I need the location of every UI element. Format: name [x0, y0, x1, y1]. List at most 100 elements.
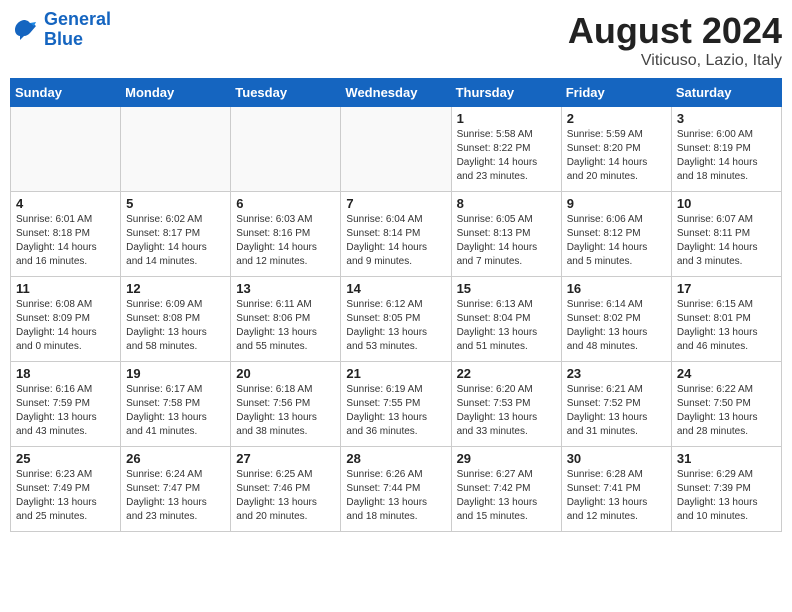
table-row: [121, 107, 231, 192]
logo-icon: [10, 16, 40, 44]
table-row: [11, 107, 121, 192]
day-number: 8: [457, 196, 556, 211]
day-info: Sunrise: 6:24 AM Sunset: 7:47 PM Dayligh…: [126, 468, 225, 524]
day-info: Sunrise: 6:01 AM Sunset: 8:18 PM Dayligh…: [16, 213, 115, 269]
day-info: Sunrise: 6:05 AM Sunset: 8:13 PM Dayligh…: [457, 213, 556, 269]
day-number: 24: [677, 366, 776, 381]
day-number: 5: [126, 196, 225, 211]
day-number: 31: [677, 451, 776, 466]
day-info: Sunrise: 6:19 AM Sunset: 7:55 PM Dayligh…: [346, 383, 445, 439]
day-info: Sunrise: 6:20 AM Sunset: 7:53 PM Dayligh…: [457, 383, 556, 439]
col-tuesday: Tuesday: [231, 79, 341, 107]
day-number: 20: [236, 366, 335, 381]
day-number: 3: [677, 111, 776, 126]
day-info: Sunrise: 6:15 AM Sunset: 8:01 PM Dayligh…: [677, 298, 776, 354]
table-row: 4Sunrise: 6:01 AM Sunset: 8:18 PM Daylig…: [11, 192, 121, 277]
day-info: Sunrise: 6:25 AM Sunset: 7:46 PM Dayligh…: [236, 468, 335, 524]
header-row: Sunday Monday Tuesday Wednesday Thursday…: [11, 79, 782, 107]
day-info: Sunrise: 6:08 AM Sunset: 8:09 PM Dayligh…: [16, 298, 115, 354]
day-info: Sunrise: 6:16 AM Sunset: 7:59 PM Dayligh…: [16, 383, 115, 439]
day-info: Sunrise: 6:02 AM Sunset: 8:17 PM Dayligh…: [126, 213, 225, 269]
table-row: 29 Sunrise: 6:27 AM Sunset: 7:42 PM Dayli…: [451, 447, 561, 532]
table-row: 8 Sunrise: 6:05 AM Sunset: 8:13 PM Daylig…: [451, 192, 561, 277]
day-info: Sunrise: 6:26 AM Sunset: 7:44 PM Dayligh…: [346, 468, 445, 524]
week-row-1: 1Sunrise: 5:58 AM Sunset: 8:22 PM Daylig…: [11, 107, 782, 192]
day-number: 15: [457, 281, 556, 296]
day-info: Sunrise: 6:12 AM Sunset: 8:05 PM Dayligh…: [346, 298, 445, 354]
day-info: Sunrise: 6:14 AM Sunset: 8:02 PM Dayligh…: [567, 298, 666, 354]
table-row: 21 Sunrise: 6:19 AM Sunset: 7:55 PM Dayli…: [341, 362, 451, 447]
day-number: 2: [567, 111, 666, 126]
calendar-title: August 2024: [568, 10, 782, 52]
day-info: Sunrise: 6:00 AM Sunset: 8:19 PM Dayligh…: [677, 128, 776, 184]
col-saturday: Saturday: [671, 79, 781, 107]
day-info: Sunrise: 6:27 AM Sunset: 7:42 PM Dayligh…: [457, 468, 556, 524]
day-info: Sunrise: 5:59 AM Sunset: 8:20 PM Dayligh…: [567, 128, 666, 184]
day-number: 27: [236, 451, 335, 466]
table-row: 25 Sunrise: 6:23 AM Sunset: 7:49 PM Dayli…: [11, 447, 121, 532]
day-number: 30: [567, 451, 666, 466]
day-info: Sunrise: 6:11 AM Sunset: 8:06 PM Dayligh…: [236, 298, 335, 354]
table-row: 13 Sunrise: 6:11 AM Sunset: 8:06 PM Dayli…: [231, 277, 341, 362]
table-row: [341, 107, 451, 192]
day-number: 1: [457, 111, 556, 126]
day-info: Sunrise: 6:17 AM Sunset: 7:58 PM Dayligh…: [126, 383, 225, 439]
day-info: Sunrise: 6:06 AM Sunset: 8:12 PM Dayligh…: [567, 213, 666, 269]
table-row: 3 Sunrise: 6:00 AM Sunset: 8:19 PM Daylig…: [671, 107, 781, 192]
day-info: Sunrise: 6:21 AM Sunset: 7:52 PM Dayligh…: [567, 383, 666, 439]
day-number: 12: [126, 281, 225, 296]
table-row: 23 Sunrise: 6:21 AM Sunset: 7:52 PM Dayli…: [561, 362, 671, 447]
day-number: 10: [677, 196, 776, 211]
day-number: 19: [126, 366, 225, 381]
day-info: Sunrise: 6:18 AM Sunset: 7:56 PM Dayligh…: [236, 383, 335, 439]
week-row-2: 4Sunrise: 6:01 AM Sunset: 8:18 PM Daylig…: [11, 192, 782, 277]
day-number: 25: [16, 451, 115, 466]
day-number: 14: [346, 281, 445, 296]
table-row: [231, 107, 341, 192]
day-number: 18: [16, 366, 115, 381]
table-row: 17 Sunrise: 6:15 AM Sunset: 8:01 PM Dayli…: [671, 277, 781, 362]
week-row-5: 25 Sunrise: 6:23 AM Sunset: 7:49 PM Dayli…: [11, 447, 782, 532]
col-thursday: Thursday: [451, 79, 561, 107]
col-sunday: Sunday: [11, 79, 121, 107]
calendar-table: Sunday Monday Tuesday Wednesday Thursday…: [10, 78, 782, 532]
table-row: 12 Sunrise: 6:09 AM Sunset: 8:08 PM Dayli…: [121, 277, 231, 362]
day-info: Sunrise: 6:22 AM Sunset: 7:50 PM Dayligh…: [677, 383, 776, 439]
week-row-4: 18 Sunrise: 6:16 AM Sunset: 7:59 PM Dayli…: [11, 362, 782, 447]
day-number: 7: [346, 196, 445, 211]
page-header: General Blue August 2024 Viticuso, Lazio…: [10, 10, 782, 70]
table-row: 27 Sunrise: 6:25 AM Sunset: 7:46 PM Dayli…: [231, 447, 341, 532]
table-row: 20 Sunrise: 6:18 AM Sunset: 7:56 PM Dayli…: [231, 362, 341, 447]
day-info: Sunrise: 6:13 AM Sunset: 8:04 PM Dayligh…: [457, 298, 556, 354]
table-row: 7Sunrise: 6:04 AM Sunset: 8:14 PM Daylig…: [341, 192, 451, 277]
day-number: 11: [16, 281, 115, 296]
day-info: Sunrise: 6:29 AM Sunset: 7:39 PM Dayligh…: [677, 468, 776, 524]
table-row: 16Sunrise: 6:14 AM Sunset: 8:02 PM Dayli…: [561, 277, 671, 362]
table-row: 9 Sunrise: 6:06 AM Sunset: 8:12 PM Daylig…: [561, 192, 671, 277]
day-info: Sunrise: 6:03 AM Sunset: 8:16 PM Dayligh…: [236, 213, 335, 269]
logo-text: General Blue: [44, 10, 111, 50]
day-info: Sunrise: 6:28 AM Sunset: 7:41 PM Dayligh…: [567, 468, 666, 524]
day-info: Sunrise: 6:23 AM Sunset: 7:49 PM Dayligh…: [16, 468, 115, 524]
day-number: 22: [457, 366, 556, 381]
day-number: 23: [567, 366, 666, 381]
calendar-subtitle: Viticuso, Lazio, Italy: [568, 52, 782, 70]
table-row: 1Sunrise: 5:58 AM Sunset: 8:22 PM Daylig…: [451, 107, 561, 192]
day-number: 28: [346, 451, 445, 466]
day-number: 26: [126, 451, 225, 466]
col-monday: Monday: [121, 79, 231, 107]
day-number: 6: [236, 196, 335, 211]
col-friday: Friday: [561, 79, 671, 107]
table-row: 10Sunrise: 6:07 AM Sunset: 8:11 PM Dayli…: [671, 192, 781, 277]
table-row: 14 Sunrise: 6:12 AM Sunset: 8:05 PM Dayli…: [341, 277, 451, 362]
day-info: Sunrise: 6:09 AM Sunset: 8:08 PM Dayligh…: [126, 298, 225, 354]
table-row: 15 Sunrise: 6:13 AM Sunset: 8:04 PM Dayli…: [451, 277, 561, 362]
day-number: 17: [677, 281, 776, 296]
day-number: 9: [567, 196, 666, 211]
day-number: 29: [457, 451, 556, 466]
day-number: 13: [236, 281, 335, 296]
table-row: 2 Sunrise: 5:59 AM Sunset: 8:20 PM Daylig…: [561, 107, 671, 192]
day-number: 21: [346, 366, 445, 381]
logo: General Blue: [10, 10, 111, 50]
table-row: 19 Sunrise: 6:17 AM Sunset: 7:58 PM Dayli…: [121, 362, 231, 447]
